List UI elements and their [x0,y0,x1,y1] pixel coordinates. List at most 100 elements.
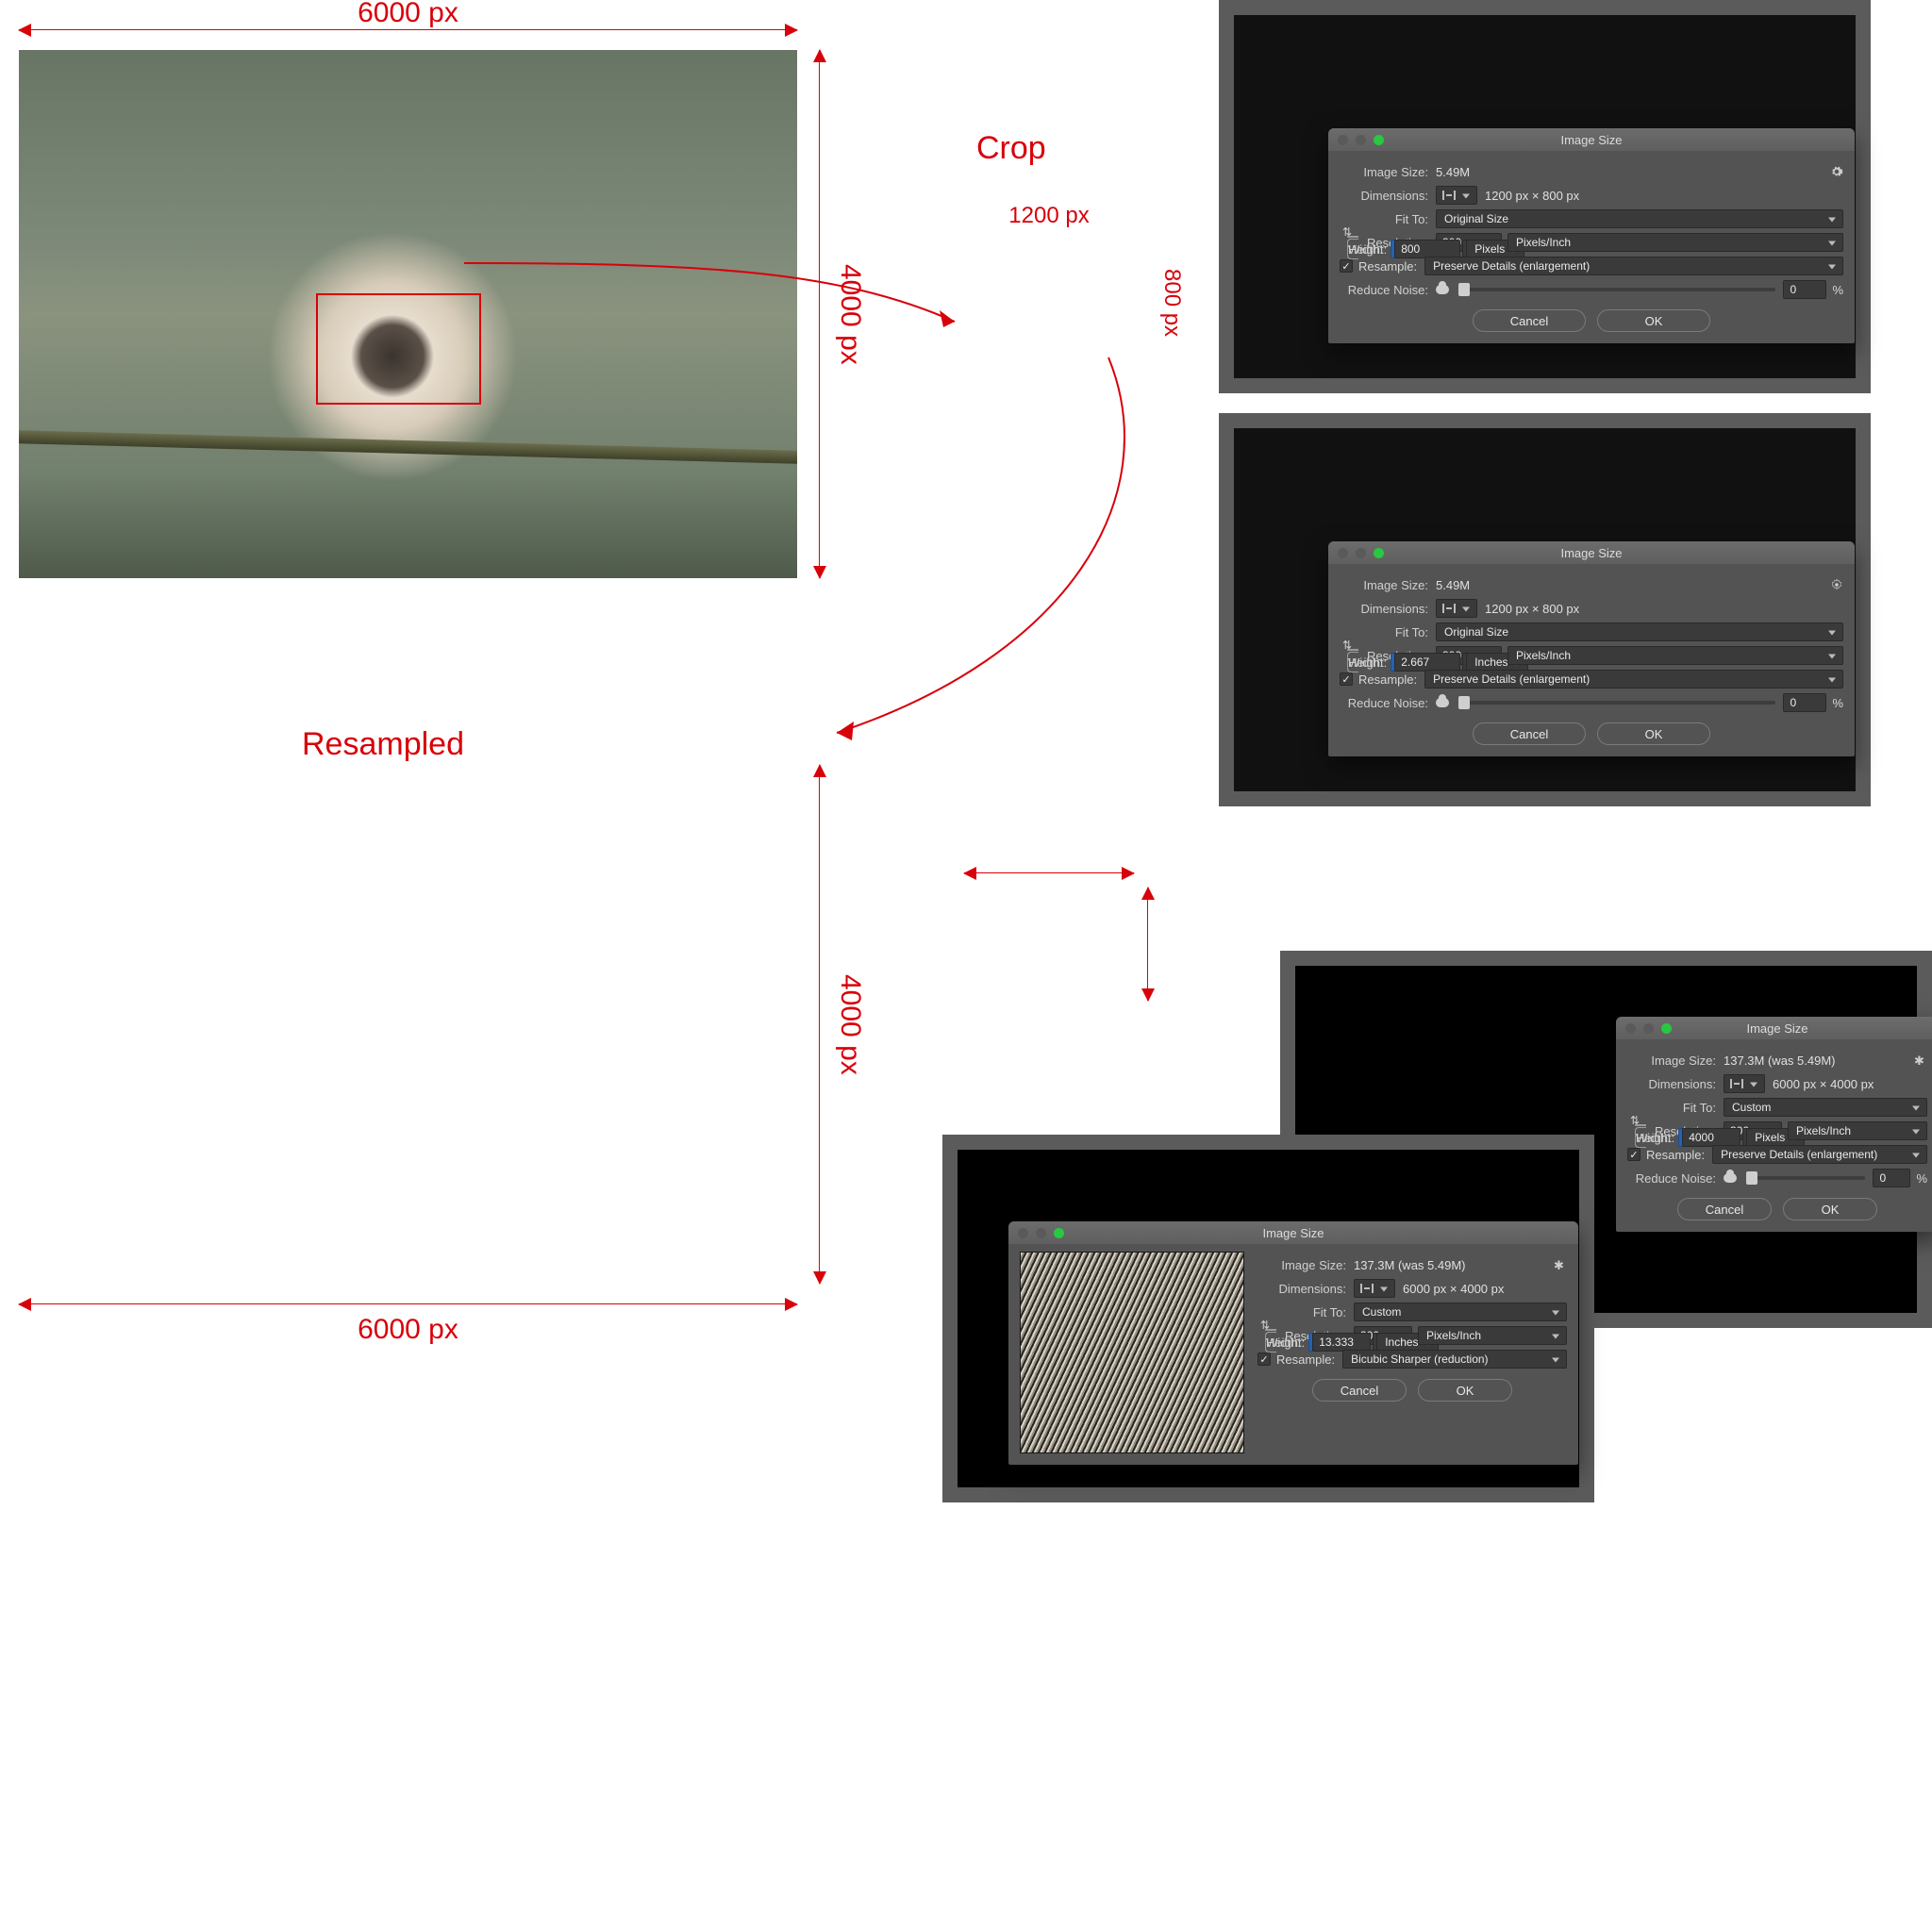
resolution-unit-select[interactable]: Pixels/Inch [1507,646,1843,665]
reduce-noise-label: Reduce Noise: [1340,283,1436,297]
image-size-label: Image Size: [1340,578,1436,592]
reduce-noise-slider[interactable] [1746,1176,1865,1180]
dimensions-unit-menu[interactable] [1436,599,1477,618]
height-input[interactable] [1682,1128,1740,1147]
resample-label: Resample: [1358,672,1417,687]
dimensions-unit-menu[interactable] [1436,186,1477,205]
gear-icon[interactable] [1830,578,1843,591]
ok-button[interactable]: OK [1597,722,1710,745]
ps-window-4: Image Size Image Size: 137.3M (was 5.49M… [942,1135,1594,1502]
dialog-titlebar[interactable]: Image Size [1328,541,1855,564]
resample-method-select[interactable]: Preserve Details (enlargement) [1424,257,1843,275]
image-size-dialog-3: Image Size Image Size: 137.3M (was 5.49M… [1616,1017,1932,1232]
dim-arrow-original-width [19,29,797,30]
dialog-title: Image Size [1328,546,1855,560]
resample-method-select[interactable]: Preserve Details (enlargement) [1712,1145,1927,1164]
dimensions-value: 1200 px × 800 px [1485,189,1579,203]
cancel-button[interactable]: Cancel [1473,722,1586,745]
cancel-button[interactable]: Cancel [1677,1198,1772,1220]
reduce-noise-input[interactable] [1783,280,1826,299]
image-size-value: 137.3M (was 5.49M) [1724,1054,1836,1068]
height-input[interactable] [1312,1333,1371,1352]
dimensions-value: 1200 px × 800 px [1485,602,1579,616]
dialog-title: Image Size [1328,133,1855,147]
resolution-unit-select[interactable]: Pixels/Inch [1507,233,1843,252]
gear-icon[interactable]: ✱ [1554,1258,1567,1271]
height-input[interactable] [1394,653,1460,672]
height-label: Height: [1636,1131,1682,1145]
height-label: Height: [1266,1336,1312,1350]
fit-to-select[interactable]: Original Size [1436,622,1843,641]
fit-to-select[interactable]: Custom [1724,1098,1927,1117]
link-icon[interactable]: ⇅ [1341,224,1353,240]
reduce-noise-label: Reduce Noise: [1340,696,1436,710]
image-size-dialog-4: Image Size Image Size: 137.3M (was 5.49M… [1008,1221,1578,1465]
dim-arrow-resampled-width [19,1303,797,1304]
cancel-button[interactable]: Cancel [1473,309,1586,332]
crop-title: Crop [976,130,1046,167]
dialog-titlebar[interactable]: Image Size [1616,1017,1932,1039]
gear-icon[interactable]: ✱ [1914,1054,1927,1067]
fit-to-label: Fit To: [1627,1101,1724,1115]
dim-label-resampled-width: 6000 px [19,1314,797,1346]
resample-checkbox[interactable]: ✓ [1340,259,1353,273]
resolution-unit-select[interactable]: Pixels/Inch [1418,1326,1567,1345]
link-icon[interactable]: ⇅ [1629,1113,1641,1128]
dimensions-icon [1442,604,1456,613]
reduce-noise-slider[interactable] [1458,288,1775,291]
resample-checkbox[interactable]: ✓ [1627,1148,1641,1161]
dim-label-original-width: 6000 px [19,0,797,29]
image-size-value: 5.49M [1436,165,1470,179]
cropped-bird-image [964,774,1134,888]
image-size-label: Image Size: [1340,165,1436,179]
gear-icon[interactable] [1830,165,1843,178]
resample-label: Resample: [1646,1148,1705,1162]
ok-button[interactable]: OK [1597,309,1710,332]
link-icon[interactable]: ⇅ [1259,1318,1271,1333]
height-label: Height: [1348,242,1394,257]
dimensions-value: 6000 px × 4000 px [1773,1077,1874,1091]
dim-label-crop-width: 1200 px [964,203,1134,229]
height-input[interactable] [1394,240,1460,258]
dialog-title: Image Size [1616,1021,1932,1036]
fit-to-label: Fit To: [1340,212,1436,226]
dimensions-label: Dimensions: [1340,602,1436,616]
fit-to-select[interactable]: Custom [1354,1303,1567,1321]
resolution-unit-select[interactable]: Pixels/Inch [1788,1121,1927,1140]
reduce-noise-label: Reduce Noise: [1627,1171,1724,1186]
ok-button[interactable]: OK [1783,1198,1877,1220]
flow-arrow-crop [462,261,972,356]
fit-to-select[interactable]: Original Size [1436,209,1843,228]
noise-icon [1436,698,1449,707]
dimensions-unit-menu[interactable] [1724,1074,1765,1093]
dimensions-unit-menu[interactable] [1354,1279,1395,1298]
image-size-dialog-1: Image Size Image Size: 5.49M Dimensions:… [1328,128,1855,343]
resampled-bird-image [19,1406,797,1925]
resample-method-select[interactable]: Preserve Details (enlargement) [1424,670,1843,689]
resample-label: Resample: [1358,259,1417,274]
reduce-noise-input[interactable] [1783,693,1826,712]
dimensions-label: Dimensions: [1340,189,1436,203]
ok-button[interactable]: OK [1418,1379,1512,1402]
branch [19,430,797,466]
percent-suffix: % [1916,1171,1927,1186]
dimensions-value: 6000 px × 4000 px [1403,1282,1504,1296]
image-size-value: 5.49M [1436,578,1470,592]
dimensions-label: Dimensions: [1627,1077,1724,1091]
dim-arrow-crop-height [1147,888,1148,1001]
resample-method-select[interactable]: Bicubic Sharper (reduction) [1342,1350,1567,1369]
resample-checkbox[interactable]: ✓ [1257,1352,1271,1366]
ps-window-1: Image Size Image Size: 5.49M Dimensions:… [1219,0,1871,393]
link-icon[interactable]: ⇅ [1341,638,1353,653]
dialog-preview-thumb [1020,1252,1244,1453]
dialog-titlebar[interactable]: Image Size [1328,128,1855,151]
ps-window-2: Image Size Image Size: 5.49M Dimensions:… [1219,413,1871,806]
image-size-label: Image Size: [1257,1258,1354,1272]
dialog-titlebar[interactable]: Image Size [1008,1221,1578,1244]
fit-to-label: Fit To: [1257,1305,1354,1319]
reduce-noise-slider[interactable] [1458,701,1775,705]
cancel-button[interactable]: Cancel [1312,1379,1407,1402]
reduce-noise-input[interactable] [1873,1169,1910,1187]
dim-label-resampled-height: 4000 px [834,765,866,1284]
resample-checkbox[interactable]: ✓ [1340,672,1353,686]
